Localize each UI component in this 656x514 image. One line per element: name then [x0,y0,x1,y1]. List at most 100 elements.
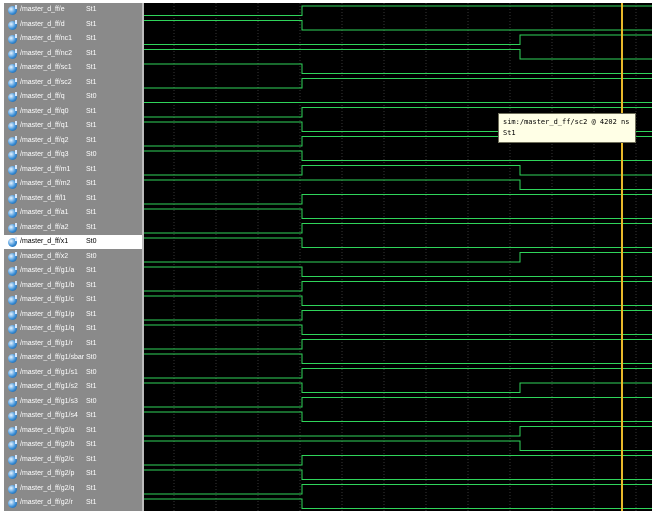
signal-object-icon [8,19,17,30]
signal-object-icon [8,483,17,494]
signal-row[interactable]: /master_d_ff/g1/r St1 [4,337,142,351]
signal-waveform [144,440,652,451]
signal-value: St0 [86,238,97,245]
signal-value: St1 [86,223,97,231]
signal-object-icon [8,411,17,421]
signal-row[interactable]: /master_d_ff/x2 St0 [4,250,142,264]
signal-name: /master_d_ff/q [20,93,65,100]
signal-row[interactable]: /master_d_ff/m2 St1 [4,177,142,191]
signal-object-icon [8,5,17,15]
signal-waveform [144,310,652,321]
signal-value: St1 [86,412,97,419]
signal-object-icon [8,135,17,146]
signal-object-icon [8,106,17,117]
signal-row[interactable]: /master_d_ff/q2 St1 [4,134,142,148]
signal-row[interactable]: /master_d_ff/m1 St1 [4,163,142,177]
signal-row[interactable]: /master_d_ff/sc1 St1 [4,61,142,75]
signal-name: /master_d_ff/g2/c [20,455,74,463]
signal-waveform [144,150,652,161]
signal-row[interactable]: /master_d_ff/q3 St0 [4,148,142,162]
signal-object-icon [8,338,17,349]
signal-row[interactable]: /master_d_ff/g1/s2 St1 [4,380,142,394]
signal-row[interactable]: /master_d_ff/g2/r St1 [4,496,142,510]
signal-value: St0 [86,368,97,376]
signal-row[interactable]: /master_d_ff/g1/s1 St0 [4,366,142,380]
signal-list-panel[interactable]: /master_d_ff/e St1/master_d_ff/d St1/maste… [4,3,142,511]
signal-row[interactable]: /master_d_ff/e St1 [4,3,142,17]
signal-value: St1 [86,281,97,289]
signal-waveform [144,5,652,16]
signal-object-icon [8,34,17,44]
signal-waveform [144,324,652,335]
signal-waveform [144,382,652,393]
signal-waveform [144,266,652,277]
signal-row[interactable]: /master_d_ff/sc2 St1 [4,76,142,90]
signal-row[interactable]: /master_d_ff/a2 St1 [4,221,142,235]
signal-object-icon [8,469,17,479]
signal-row[interactable]: /master_d_ff/g1/a St1 [4,264,142,278]
signal-value: St1 [86,209,97,216]
signal-waveform [144,165,652,176]
signal-waveform [144,353,652,364]
signal-row[interactable]: /master_d_ff/g2/b St1 [4,438,142,452]
signal-waveform [144,194,652,205]
waveform-area[interactable] [144,3,652,511]
signal-name: /master_d_ff/sc1 [20,64,72,71]
signal-name: /master_d_ff/sc2 [20,78,72,86]
signal-row[interactable]: /master_d_ff/a1 St1 [4,206,142,220]
signal-row[interactable]: /master_d_ff/d St1 [4,18,142,32]
signal-name: /master_d_ff/l1 [20,194,67,202]
signal-name: /master_d_ff/g1/q [20,325,75,332]
signal-row[interactable]: /master_d_ff/q1 St1 [4,119,142,133]
signal-row[interactable]: /master_d_ff/g2/p St1 [4,467,142,481]
signal-object-icon [8,251,17,262]
signal-row[interactable]: /master_d_ff/g2/a St1 [4,424,142,438]
signal-row[interactable]: /master_d_ff/g2/c St1 [4,453,142,467]
signal-name: /master_d_ff/g1/p [20,310,75,318]
signal-value: St0 [86,93,97,100]
signal-row[interactable]: /master_d_ff/g1/c St1 [4,293,142,307]
signal-row[interactable]: /master_d_ff/g1/b St1 [4,279,142,293]
signal-name: /master_d_ff/g1/r [20,339,73,347]
signal-value: St1 [86,64,97,71]
signal-waveform [144,295,652,306]
signal-row[interactable]: /master_d_ff/g1/s3 St0 [4,395,142,409]
signal-value: St1 [86,484,97,492]
signal-name: /master_d_ff/a2 [20,223,69,231]
signal-name: /master_d_ff/m1 [20,165,71,173]
signal-value: St1 [86,20,97,28]
signal-waveform [144,252,652,263]
signal-row[interactable]: /master_d_ff/g2/q St1 [4,482,142,496]
signal-row[interactable]: /master_d_ff/nc1 St1 [4,32,142,46]
signal-object-icon [8,367,17,378]
signal-waveform [144,208,652,219]
signal-row[interactable]: /master_d_ff/g1/sbar St0 [4,351,142,365]
signal-value: St1 [86,136,97,144]
signal-name: /master_d_ff/g1/a [20,267,75,274]
signal-value: St0 [86,151,97,158]
signal-name: /master_d_ff/x1 [20,238,69,245]
signal-row[interactable]: /master_d_ff/l1 St1 [4,192,142,206]
signal-row[interactable]: /master_d_ff/nc2 St1 [4,47,142,61]
signal-waveform [144,368,652,379]
signal-value: St1 [86,78,97,86]
signal-name: /master_d_ff/g2/b [20,441,75,448]
signal-name: /master_d_ff/q2 [20,136,69,144]
signal-object-icon [8,382,17,392]
signal-name: /master_d_ff/q1 [20,122,69,129]
signal-row[interactable]: /master_d_ff/q St0 [4,90,142,104]
signal-row[interactable]: /master_d_ff/g1/s4 St1 [4,409,142,423]
signal-row[interactable]: /master_d_ff/x1 St0 [4,235,142,249]
signal-row[interactable]: /master_d_ff/g1/p St1 [4,308,142,322]
signal-name: /master_d_ff/g1/c [20,296,74,303]
signal-object-icon [8,266,17,276]
signal-value: St1 [86,122,97,129]
signal-row[interactable]: /master_d_ff/q0 St1 [4,105,142,119]
signal-name: /master_d_ff/nc2 [20,49,73,57]
signal-row[interactable]: /master_d_ff/g1/q St1 [4,322,142,336]
signal-object-icon [8,396,17,407]
signal-object-icon [8,324,17,334]
wave-window: /master_d_ff/e St1/master_d_ff/d St1/maste… [4,3,652,511]
signal-waveform [144,237,652,248]
signal-value: St1 [86,383,97,390]
